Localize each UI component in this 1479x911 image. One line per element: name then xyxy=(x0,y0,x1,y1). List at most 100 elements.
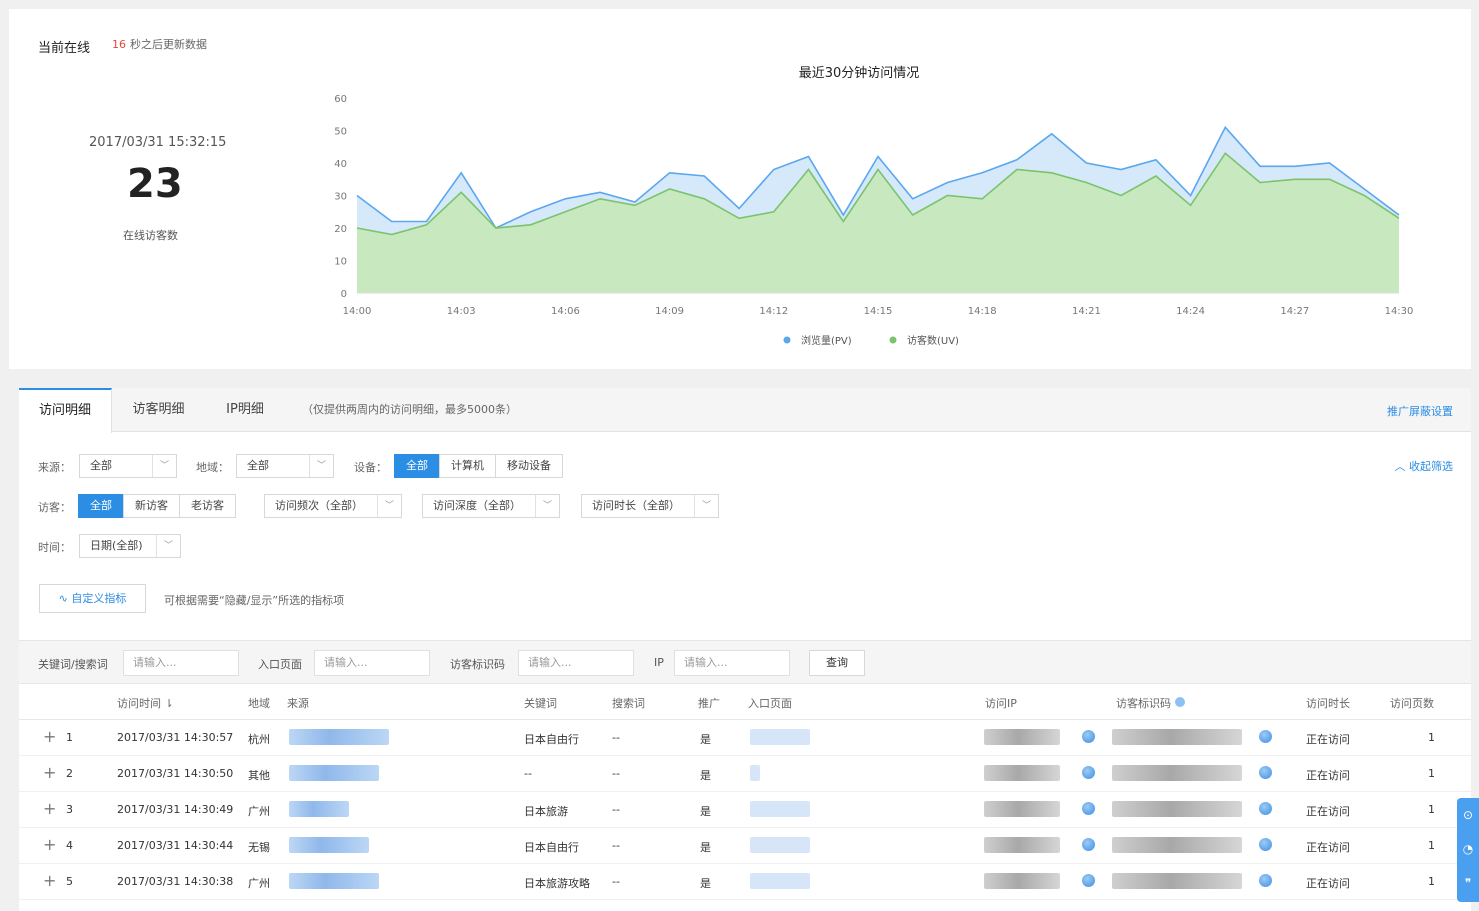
tab-ip-detail[interactable]: IP明细 xyxy=(205,388,285,432)
row-duration: 正在访问 xyxy=(1306,877,1350,890)
chat-icon[interactable]: ◔ xyxy=(1457,832,1479,866)
row-source-link[interactable] xyxy=(289,837,369,853)
side-float-toolbar: ⊙ ◔ ❞ xyxy=(1457,798,1479,902)
row-promo: 是 xyxy=(700,841,711,854)
chevron-down-icon: ﹀ xyxy=(156,535,180,557)
row-number: 1 xyxy=(66,731,73,744)
row-entry-page-link[interactable] xyxy=(750,873,810,889)
entry-page-input[interactable]: 请输入... xyxy=(314,650,430,676)
row-source-link[interactable] xyxy=(289,801,349,817)
expand-row-icon[interactable]: + xyxy=(43,727,56,746)
row-source-link[interactable] xyxy=(289,765,379,781)
expand-row-icon[interactable]: + xyxy=(43,835,56,854)
device-option-mobile[interactable]: 移动设备 xyxy=(495,454,563,478)
table-row: +2 2017/03/31 14:30:50 其他 -- -- 是 正在访问 1 xyxy=(19,756,1471,792)
row-search-word: -- xyxy=(612,803,620,816)
row-entry-page-link[interactable] xyxy=(750,801,810,817)
row-search-word: -- xyxy=(612,731,620,744)
ip-input[interactable]: 请输入... xyxy=(674,650,790,676)
th-visit-time[interactable]: 访问时间 ⇂ xyxy=(117,695,174,711)
row-source-link[interactable] xyxy=(289,729,389,745)
x-tick-label: 14:30 xyxy=(1385,306,1414,317)
globe-icon[interactable] xyxy=(1259,730,1272,743)
collapse-filter-link[interactable]: ︿ 收起筛选 xyxy=(1395,458,1454,474)
chevron-down-icon: ﹀ xyxy=(694,495,718,517)
row-region: 杭州 xyxy=(248,733,270,746)
chevron-down-icon: ﹀ xyxy=(152,455,176,477)
device-option-all[interactable]: 全部 xyxy=(394,454,440,478)
source-select[interactable]: 全部 ﹀ xyxy=(79,454,177,478)
row-keyword: -- xyxy=(524,767,532,780)
legend-label-1[interactable]: 访客数(UV) xyxy=(907,334,959,347)
tab-visitor-detail[interactable]: 访客明细 xyxy=(112,388,205,432)
globe-icon[interactable] xyxy=(1259,874,1272,887)
row-pages: 1 xyxy=(1428,803,1435,816)
custom-metrics-button[interactable]: ∿ 自定义指标 xyxy=(39,584,146,613)
y-tick-label: 40 xyxy=(334,159,347,170)
x-tick-label: 14:24 xyxy=(1176,306,1205,317)
globe-icon[interactable] xyxy=(1259,766,1272,779)
x-tick-label: 14:06 xyxy=(551,306,580,317)
info-icon[interactable] xyxy=(1174,697,1185,707)
legend-label-0[interactable]: 浏览量(PV) xyxy=(801,334,852,347)
promo-block-settings-link[interactable]: 推广屏蔽设置 xyxy=(1387,388,1453,436)
row-pages: 1 xyxy=(1428,875,1435,888)
row-visit-ip xyxy=(984,765,1060,781)
row-entry-page-link[interactable] xyxy=(750,765,760,781)
y-tick-label: 60 xyxy=(334,94,347,105)
row-visitor-id xyxy=(1112,765,1242,781)
service-icon[interactable]: ⊙ xyxy=(1457,798,1479,832)
tab-visit-detail[interactable]: 访问明细 xyxy=(19,388,112,433)
globe-icon[interactable] xyxy=(1082,802,1095,815)
message-icon[interactable]: ❞ xyxy=(1457,866,1479,900)
visit-depth-select[interactable]: 访问深度（全部） ﹀ xyxy=(422,494,560,518)
row-duration: 正在访问 xyxy=(1306,733,1350,746)
table-row: +3 2017/03/31 14:30:49 广州 日本旅游 -- 是 正在访问 1 xyxy=(19,792,1471,828)
visit-duration-select[interactable]: 访问时长（全部） ﹀ xyxy=(581,494,719,518)
row-promo: 是 xyxy=(700,877,711,890)
row-region: 无锡 xyxy=(248,841,270,854)
visit-frequency-select[interactable]: 访问频次（全部） ﹀ xyxy=(264,494,402,518)
row-visit-time: 2017/03/31 14:30:57 xyxy=(117,731,234,744)
chevron-up-icon: ︿ xyxy=(1394,460,1409,473)
expand-row-icon[interactable]: + xyxy=(43,763,56,782)
query-button[interactable]: 查询 xyxy=(809,650,865,676)
visitor-option-returning[interactable]: 老访客 xyxy=(179,494,236,518)
x-tick-label: 14:03 xyxy=(447,306,476,317)
chevron-down-icon: ﹀ xyxy=(535,495,559,517)
expand-row-icon[interactable]: + xyxy=(43,871,56,890)
x-tick-label: 14:18 xyxy=(968,306,997,317)
globe-icon[interactable] xyxy=(1259,838,1272,851)
y-tick-label: 50 xyxy=(334,127,347,138)
globe-icon[interactable] xyxy=(1259,802,1272,815)
legend-marker-1[interactable] xyxy=(889,336,897,344)
row-visitor-id xyxy=(1112,801,1242,817)
row-promo: 是 xyxy=(700,769,711,782)
date-select[interactable]: 日期(全部) ﹀ xyxy=(79,534,181,558)
visitor-id-input[interactable]: 请输入... xyxy=(518,650,634,676)
visitor-label: 访客： xyxy=(38,501,71,514)
row-keyword: 日本旅游 xyxy=(524,805,568,818)
x-tick-label: 14:00 xyxy=(343,306,372,317)
globe-icon[interactable] xyxy=(1082,730,1095,743)
globe-icon[interactable] xyxy=(1082,838,1095,851)
row-pages: 1 xyxy=(1428,767,1435,780)
globe-icon[interactable] xyxy=(1082,766,1095,779)
keyword-search-input[interactable]: 请输入... xyxy=(123,650,239,676)
legend-marker-0[interactable] xyxy=(783,336,791,344)
visitor-option-new[interactable]: 新访客 xyxy=(123,494,180,518)
row-duration: 正在访问 xyxy=(1306,769,1350,782)
row-visitor-id xyxy=(1112,873,1242,889)
region-label: 地域： xyxy=(196,461,229,474)
expand-row-icon[interactable]: + xyxy=(43,799,56,818)
device-option-computer[interactable]: 计算机 xyxy=(439,454,496,478)
row-region: 广州 xyxy=(248,877,270,890)
row-keyword: 日本自由行 xyxy=(524,733,579,746)
row-search-word: -- xyxy=(612,767,620,780)
row-entry-page-link[interactable] xyxy=(750,729,810,745)
row-source-link[interactable] xyxy=(289,873,379,889)
visitor-option-all[interactable]: 全部 xyxy=(78,494,124,518)
region-select[interactable]: 全部 ﹀ xyxy=(236,454,334,478)
globe-icon[interactable] xyxy=(1082,874,1095,887)
row-entry-page-link[interactable] xyxy=(750,837,810,853)
